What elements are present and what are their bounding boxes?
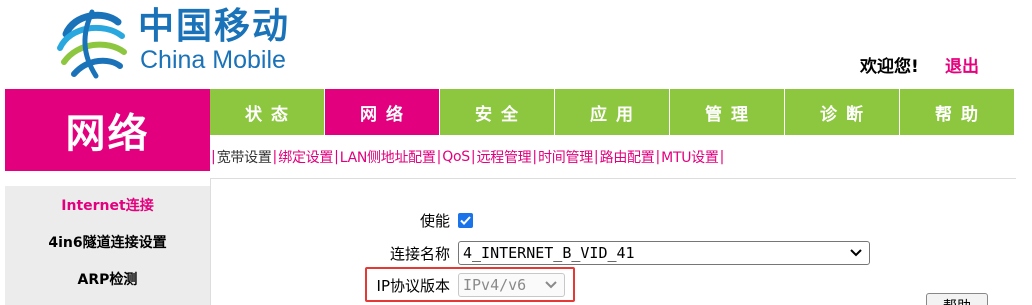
subnav-separator: | [655, 149, 661, 165]
tab-network[interactable]: 网络 [325, 89, 439, 135]
subnav-qos[interactable]: QoS [442, 149, 470, 165]
subnav-separator: | [272, 149, 278, 165]
sidebar: Internet连接 4in6隧道连接设置 ARP检测 [5, 186, 210, 305]
subnav-separator: | [436, 149, 442, 165]
connection-name-label: 连接名称 [389, 244, 450, 263]
connection-name-row: 连接名称 4_INTERNET_B_VID_41 [210, 241, 870, 265]
chevron-down-icon [850, 249, 862, 257]
subnav-remote-management[interactable]: 远程管理 [477, 147, 532, 167]
section-title-box: 网络 [5, 89, 210, 171]
ip-version-highlight-box [365, 267, 575, 302]
subnav-separator: | [532, 149, 538, 165]
sub-nav: | 宽带设置 | 绑定设置 | LAN侧地址配置 | QoS | 远程管理 | … [210, 145, 725, 169]
china-mobile-logo-icon [57, 9, 127, 79]
subnav-broadband-settings[interactable]: 宽带设置 [217, 147, 272, 167]
sidebar-item-4in6-tunnel[interactable]: 4in6隧道连接设置 [5, 223, 210, 260]
tab-help[interactable]: 帮助 [900, 89, 1014, 135]
tab-status[interactable]: 状态 [210, 89, 324, 135]
logout-link[interactable]: 退出 [945, 52, 979, 77]
subnav-time-management[interactable]: 时间管理 [538, 147, 593, 167]
logo-chinese-text: 中国移动 [138, 6, 291, 47]
tab-management[interactable]: 管理 [670, 89, 784, 135]
header: 中国移动 China Mobile 欢迎您! 退出 [0, 0, 1032, 88]
sidebar-item-arp-detection[interactable]: ARP检测 [5, 260, 210, 297]
enable-label: 使能 [419, 212, 450, 230]
tab-application[interactable]: 应用 [555, 89, 669, 135]
main-nav: 状态 网络 安全 应用 管理 诊断 帮助 [210, 89, 1016, 135]
section-title: 网络 [65, 111, 150, 157]
subnav-separator: | [211, 149, 216, 165]
subnav-separator: | [334, 149, 339, 165]
welcome-text: 欢迎您! [860, 57, 919, 77]
logo-english-text: China Mobile [140, 46, 286, 74]
subnav-separator: | [719, 149, 725, 165]
help-button[interactable]: 帮助 [926, 293, 988, 305]
connection-name-select[interactable]: 4_INTERNET_B_VID_41 [458, 241, 870, 265]
enable-checkbox[interactable] [458, 213, 473, 228]
connection-name-value: 4_INTERNET_B_VID_41 [463, 244, 635, 262]
enable-row: 使能 [210, 210, 473, 231]
subnav-separator: | [593, 149, 599, 165]
subnav-binding-settings[interactable]: 绑定设置 [278, 147, 333, 167]
subnav-mtu-settings[interactable]: MTU设置 [661, 147, 719, 167]
tab-diagnosis[interactable]: 诊断 [785, 89, 899, 135]
checkmark-icon [460, 216, 471, 225]
subnav-separator: | [470, 149, 476, 165]
subnav-routing-config[interactable]: 路由配置 [600, 147, 655, 167]
tab-security[interactable]: 安全 [440, 89, 554, 135]
sidebar-item-internet-connection[interactable]: Internet连接 [5, 186, 210, 223]
subnav-lan-address-config[interactable]: LAN侧地址配置 [340, 147, 436, 167]
